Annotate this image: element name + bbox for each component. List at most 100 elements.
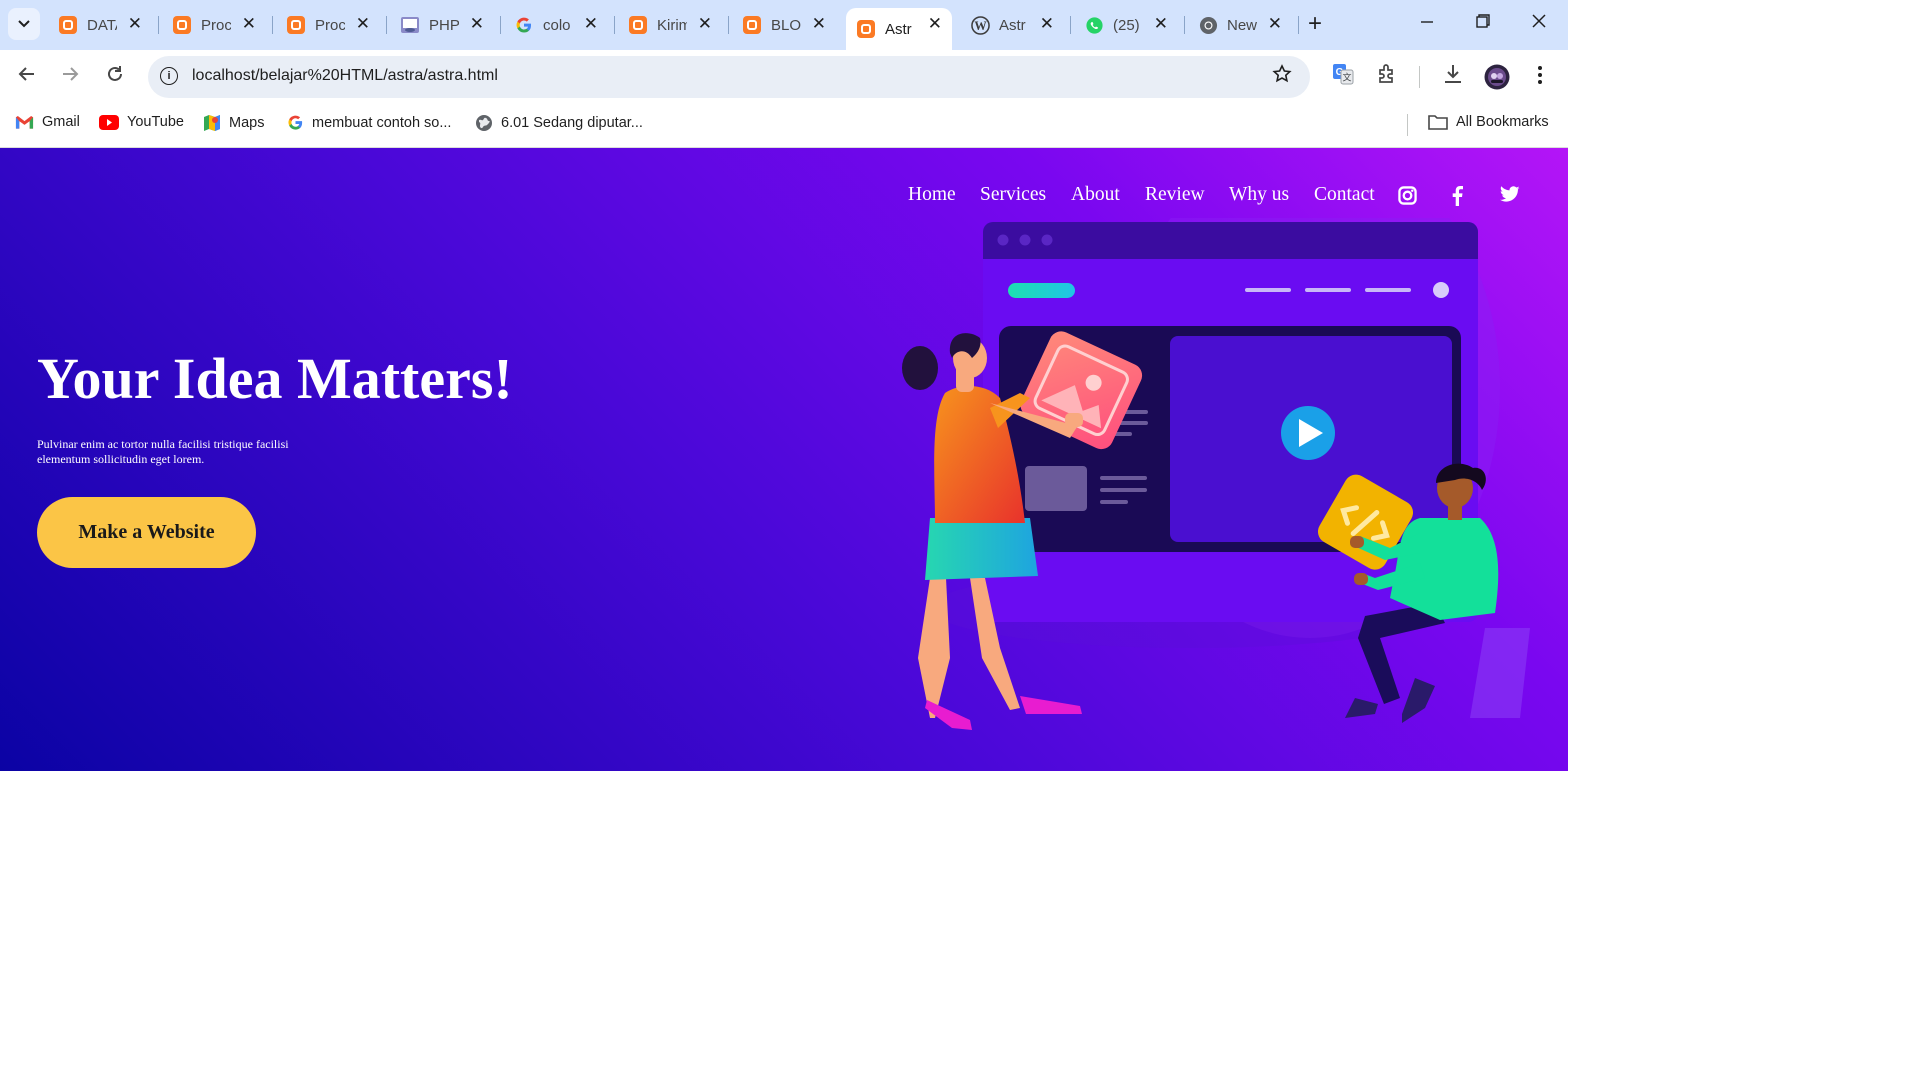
tab-divider [614,16,615,34]
bookmark-google-search[interactable]: membuat contoh so... [287,114,451,131]
browser-tab[interactable]: BLO ✕ [732,8,836,42]
tab-divider [1070,16,1071,34]
avatar[interactable] [1484,64,1510,96]
twitter-icon[interactable] [1500,186,1520,208]
extensions-icon[interactable] [1377,63,1399,91]
hero-title: Your Idea Matters! [37,346,513,411]
nav-review[interactable]: Review [1145,184,1205,206]
youtube-icon [99,114,119,130]
close-icon[interactable]: ✕ [356,14,370,34]
browser-tab[interactable]: New ✕ [1188,8,1292,42]
translate-icon[interactable]: G文 [1332,63,1354,91]
tab-title: Proc [315,16,345,34]
close-icon [1532,14,1546,28]
xampp-icon [172,15,192,35]
tab-title: Kirim [657,16,687,34]
reload-icon [108,66,122,81]
make-website-button[interactable]: Make a Website [37,497,256,568]
wordpress-icon: W [970,15,990,35]
facebook-icon[interactable] [1451,185,1463,211]
svg-text:文: 文 [1342,72,1351,83]
google-icon [514,15,534,35]
whatsapp-icon [1084,15,1104,35]
browser-tab[interactable]: (25) ✕ [1074,8,1178,42]
bookmark-maps[interactable]: Maps [203,114,264,132]
close-icon[interactable]: ✕ [584,14,598,34]
bookmark-playing[interactable]: 6.01 Sedang diputar... [475,114,643,132]
browser-tab[interactable]: colo ✕ [504,8,608,42]
download-icon[interactable] [1442,63,1464,91]
tab-strip: DATA ✕ Proc ✕ Proc ✕ PHP ✕ colo ✕ Kirim … [0,0,1568,50]
tab-search-button[interactable] [8,8,40,40]
all-bookmarks-button[interactable]: All Bookmarks [1428,114,1549,130]
bookmark-label: Maps [229,115,265,131]
bookmark-label: Gmail [42,114,80,130]
restore-button[interactable] [1476,12,1490,33]
arrow-left-icon [18,67,34,81]
browser-tab[interactable]: PHP ✕ [390,8,494,42]
forward-button[interactable] [60,64,80,90]
tab-title: (25) [1113,16,1140,34]
browser-tab[interactable]: Proc ✕ [276,8,380,42]
browser-toolbar: i localhost/belajar%20HTML/astra/astra.h… [0,50,1568,104]
tab-title: New [1227,16,1257,34]
restore-icon [1476,14,1490,28]
bookmark-gmail[interactable]: Gmail [15,114,80,130]
nav-contact[interactable]: Contact [1314,184,1375,206]
instagram-icon[interactable] [1398,186,1417,210]
browser-tab[interactable]: W Astr ✕ [960,8,1064,42]
tab-divider [1184,16,1185,34]
close-icon[interactable]: ✕ [1268,14,1282,34]
globe-icon [475,114,493,132]
nav-home[interactable]: Home [908,184,956,206]
close-icon[interactable]: ✕ [128,14,142,34]
tab-title: DATA [87,16,117,34]
close-icon[interactable]: ✕ [698,14,712,34]
hero-subtitle: Pulvinar enim ac tortor nulla facilisi t… [37,437,289,466]
nav-about[interactable]: About [1071,184,1120,206]
browser-tab[interactable]: Proc ✕ [162,8,266,42]
browser-tab[interactable]: DATA ✕ [48,8,152,42]
tab-divider [1298,16,1299,34]
bookmarks-divider [1407,114,1408,136]
hero-illustration [902,218,1530,730]
tab-title: BLO [771,16,801,34]
close-icon[interactable]: ✕ [928,14,942,34]
nav-services[interactable]: Services [980,184,1046,206]
close-icon[interactable]: ✕ [1040,14,1054,34]
nav-why-us[interactable]: Why us [1229,184,1289,206]
close-window-button[interactable] [1532,12,1546,33]
xampp-icon [58,15,78,35]
tab-divider [158,16,159,34]
svg-text:W: W [974,18,987,32]
bookmark-label: membuat contoh so... [312,114,452,131]
browser-tab-active[interactable]: Astr ✕ [846,8,952,50]
chrome-icon [1198,15,1218,35]
maps-icon [203,114,221,132]
bookmark-label: YouTube [127,114,184,130]
new-tab-button[interactable]: + [1308,10,1322,38]
bookmarks-bar: Gmail YouTube Maps membuat contoh so... … [0,104,1568,148]
close-icon[interactable]: ✕ [812,14,826,34]
minimize-button[interactable] [1420,12,1434,33]
gmail-icon [15,115,34,130]
toolbar-divider [1419,66,1420,88]
address-bar[interactable]: i localhost/belajar%20HTML/astra/astra.h… [148,56,1310,98]
close-icon[interactable]: ✕ [1154,14,1168,34]
browser-tab[interactable]: Kirim ✕ [618,8,722,42]
close-icon[interactable]: ✕ [242,14,256,34]
more-menu-icon[interactable] [1537,65,1543,91]
url-text[interactable]: localhost/belajar%20HTML/astra/astra.htm… [192,67,498,85]
tab-divider [500,16,501,34]
site-info-icon[interactable]: i [160,67,178,85]
bookmark-label: 6.01 Sedang diputar... [501,115,643,131]
bookmark-youtube[interactable]: YouTube [99,114,184,130]
back-button[interactable] [17,64,37,90]
reload-button[interactable] [105,64,125,90]
xampp-icon [628,15,648,35]
close-icon[interactable]: ✕ [470,14,484,34]
minimize-icon [1421,21,1433,23]
tab-divider [728,16,729,34]
xampp-icon [742,15,762,35]
bookmark-star-icon[interactable] [1272,64,1292,90]
